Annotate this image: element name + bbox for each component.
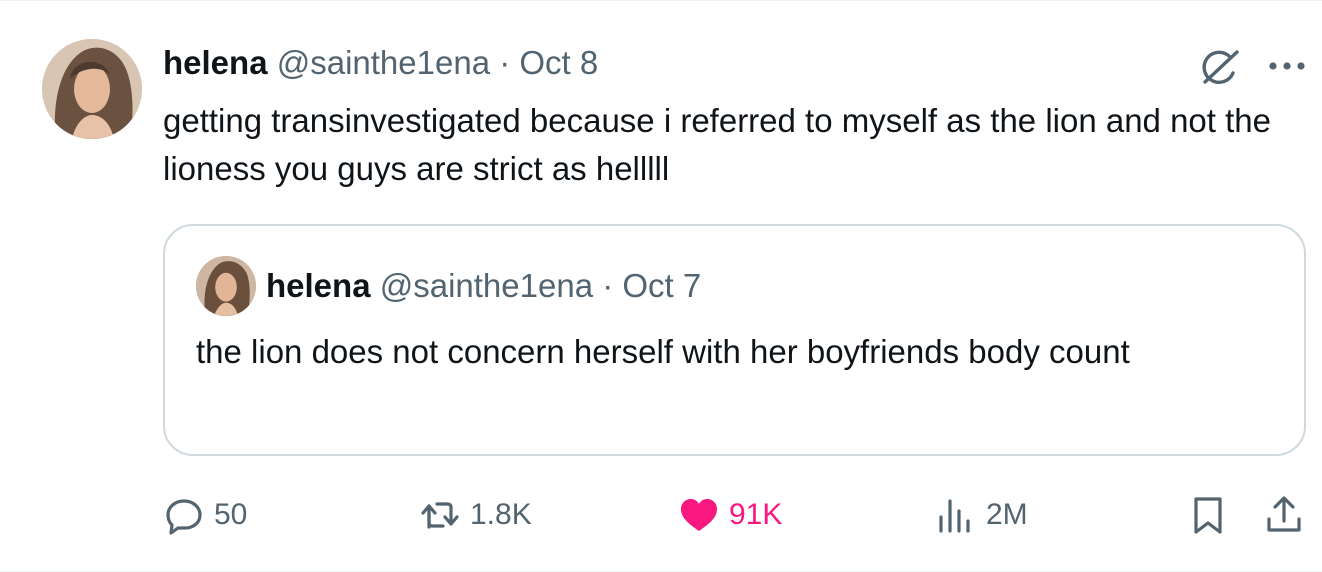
quoted-date: Oct 7 (622, 267, 702, 304)
share-icon (1267, 496, 1301, 532)
action-bar: 50 1.8K 91K 2M (0, 491, 1322, 541)
avatar[interactable] (42, 39, 142, 139)
share-button[interactable] (1262, 491, 1306, 539)
bookmark-button[interactable] (1186, 491, 1230, 539)
like-count: 91K (729, 498, 783, 531)
quoted-author-handle: @sainthe1ena (379, 267, 594, 304)
tweet-text: getting transinvestigated because i refe… (163, 102, 1271, 187)
grok-icon[interactable] (1196, 47, 1244, 87)
author-handle[interactable]: @sainthe1ena (277, 44, 490, 81)
retweet-icon (421, 502, 459, 529)
author-name[interactable]: helena (163, 44, 268, 81)
retweet-button[interactable]: 1.8K (418, 491, 532, 539)
bookmark-icon (1194, 497, 1222, 534)
views-button[interactable]: 2M (934, 491, 1028, 539)
quoted-avatar-image (196, 256, 256, 316)
avatar-image (42, 39, 142, 139)
tweet-card[interactable]: helena @sainthe1ena · Oct 8 getting tran… (0, 0, 1322, 572)
tweet-header: helena @sainthe1ena · Oct 8 (163, 43, 598, 83)
more-icon[interactable] (1265, 53, 1309, 79)
quoted-separator: · (602, 267, 614, 304)
views-count: 2M (986, 498, 1028, 531)
reply-count: 50 (214, 498, 248, 531)
separator: · (499, 44, 511, 81)
retweet-count: 1.8K (470, 498, 532, 531)
reply-icon (166, 499, 202, 535)
quoted-header: helena @sainthe1ena · Oct 7 (266, 266, 701, 306)
reply-button[interactable]: 50 (162, 491, 247, 539)
tweet-date[interactable]: Oct 8 (519, 44, 598, 81)
quoted-text: the lion does not concern herself with h… (196, 333, 1130, 370)
quoted-author-name: helena (266, 267, 371, 304)
quoted-avatar[interactable] (196, 256, 256, 316)
heart-icon (681, 499, 717, 531)
views-icon (939, 499, 970, 533)
like-button[interactable]: 91K (677, 491, 782, 539)
quoted-tweet[interactable]: helena @sainthe1ena · Oct 7 the lion doe… (163, 224, 1306, 456)
